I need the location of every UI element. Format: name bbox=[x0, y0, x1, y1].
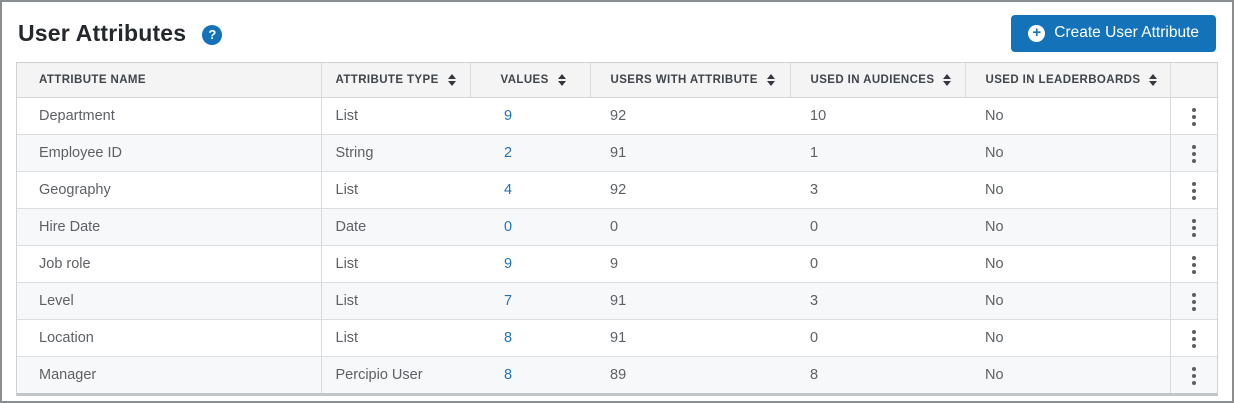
column-header-attribute-type[interactable]: ATTRIBUTE TYPE bbox=[321, 63, 470, 97]
plus-circle-icon: + bbox=[1028, 25, 1045, 42]
attribute-type-cell: List bbox=[321, 282, 470, 319]
used-in-leaderboards-cell: No bbox=[965, 97, 1170, 134]
column-header-attribute-name: ATTRIBUTE NAME bbox=[17, 63, 321, 97]
kebab-menu-icon[interactable] bbox=[1182, 324, 1206, 354]
page-header: User Attributes ? + Create User Attribut… bbox=[18, 14, 1216, 52]
values-link[interactable]: 8 bbox=[504, 367, 512, 383]
values-link[interactable]: 8 bbox=[504, 330, 512, 346]
attribute-name-cell: Job role bbox=[17, 245, 321, 282]
user-attributes-table: ATTRIBUTE NAME ATTRIBUTE TYPE VALUES USE… bbox=[16, 62, 1218, 396]
users-with-attribute-cell: 9 bbox=[590, 245, 790, 282]
help-icon[interactable]: ? bbox=[202, 25, 222, 45]
used-in-audiences-cell: 3 bbox=[790, 171, 965, 208]
sort-icon bbox=[943, 74, 951, 86]
attribute-type-cell: Percipio User bbox=[321, 356, 470, 393]
attribute-type-cell: List bbox=[321, 245, 470, 282]
kebab-menu-icon[interactable] bbox=[1182, 250, 1206, 280]
used-in-leaderboards-cell: No bbox=[965, 245, 1170, 282]
values-link[interactable]: 7 bbox=[504, 293, 512, 309]
table-row: Manager Percipio User 8 89 8 No bbox=[17, 356, 1217, 393]
sort-icon bbox=[558, 74, 566, 86]
attribute-name-cell: Geography bbox=[17, 171, 321, 208]
users-with-attribute-cell: 89 bbox=[590, 356, 790, 393]
table-row: Hire Date Date 0 0 0 No bbox=[17, 208, 1217, 245]
table-row: Employee ID String 2 91 1 No bbox=[17, 134, 1217, 171]
column-header-used-in-leaderboards[interactable]: USED IN LEADERBOARDS bbox=[965, 63, 1170, 97]
used-in-audiences-cell: 8 bbox=[790, 356, 965, 393]
used-in-audiences-cell: 0 bbox=[790, 208, 965, 245]
users-with-attribute-cell: 91 bbox=[590, 282, 790, 319]
kebab-menu-icon[interactable] bbox=[1182, 102, 1206, 132]
kebab-menu-icon[interactable] bbox=[1182, 176, 1206, 206]
users-with-attribute-cell: 92 bbox=[590, 171, 790, 208]
users-with-attribute-cell: 91 bbox=[590, 134, 790, 171]
attribute-type-cell: List bbox=[321, 171, 470, 208]
column-header-users-with-attribute[interactable]: USERS WITH ATTRIBUTE bbox=[590, 63, 790, 97]
used-in-audiences-cell: 3 bbox=[790, 282, 965, 319]
used-in-leaderboards-cell: No bbox=[965, 319, 1170, 356]
column-header-actions bbox=[1170, 63, 1217, 97]
users-with-attribute-cell: 92 bbox=[590, 97, 790, 134]
attribute-type-cell: List bbox=[321, 97, 470, 134]
title-group: User Attributes ? bbox=[18, 20, 222, 47]
create-user-attribute-button[interactable]: + Create User Attribute bbox=[1011, 15, 1216, 52]
sort-icon bbox=[767, 74, 775, 86]
used-in-leaderboards-cell: No bbox=[965, 282, 1170, 319]
attribute-name-cell: Level bbox=[17, 282, 321, 319]
values-link[interactable]: 9 bbox=[504, 256, 512, 272]
used-in-audiences-cell: 0 bbox=[790, 319, 965, 356]
table-row: Department List 9 92 10 No bbox=[17, 97, 1217, 134]
used-in-audiences-cell: 10 bbox=[790, 97, 965, 134]
attribute-name-cell: Manager bbox=[17, 356, 321, 393]
kebab-menu-icon[interactable] bbox=[1182, 213, 1206, 243]
attribute-name-cell: Hire Date bbox=[17, 208, 321, 245]
table-row: Level List 7 91 3 No bbox=[17, 282, 1217, 319]
values-link[interactable]: 4 bbox=[504, 182, 512, 198]
values-link[interactable]: 9 bbox=[504, 108, 512, 124]
attribute-name-cell: Location bbox=[17, 319, 321, 356]
attribute-name-cell: Employee ID bbox=[17, 134, 321, 171]
used-in-leaderboards-cell: No bbox=[965, 171, 1170, 208]
used-in-audiences-cell: 0 bbox=[790, 245, 965, 282]
page-title: User Attributes bbox=[18, 20, 186, 47]
values-link[interactable]: 0 bbox=[504, 219, 512, 235]
attribute-name-cell: Department bbox=[17, 97, 321, 134]
values-link[interactable]: 2 bbox=[504, 145, 512, 161]
user-attributes-page: User Attributes ? + Create User Attribut… bbox=[2, 2, 1232, 396]
kebab-menu-icon[interactable] bbox=[1182, 139, 1206, 169]
kebab-menu-icon[interactable] bbox=[1182, 361, 1206, 391]
table-row: Geography List 4 92 3 No bbox=[17, 171, 1217, 208]
attribute-type-cell: List bbox=[321, 319, 470, 356]
users-with-attribute-cell: 0 bbox=[590, 208, 790, 245]
sort-icon bbox=[448, 74, 456, 86]
used-in-leaderboards-cell: No bbox=[965, 208, 1170, 245]
table-row: Location List 8 91 0 No bbox=[17, 319, 1217, 356]
sort-icon bbox=[1149, 74, 1157, 86]
used-in-audiences-cell: 1 bbox=[790, 134, 965, 171]
table-body: Department List 9 92 10 No Employee ID S… bbox=[17, 97, 1217, 393]
kebab-menu-icon[interactable] bbox=[1182, 287, 1206, 317]
used-in-leaderboards-cell: No bbox=[965, 134, 1170, 171]
used-in-leaderboards-cell: No bbox=[965, 356, 1170, 393]
column-header-values[interactable]: VALUES bbox=[470, 63, 590, 97]
create-button-label: Create User Attribute bbox=[1054, 24, 1199, 42]
users-with-attribute-cell: 91 bbox=[590, 319, 790, 356]
column-header-used-in-audiences[interactable]: USED IN AUDIENCES bbox=[790, 63, 965, 97]
table-row: Job role List 9 9 0 No bbox=[17, 245, 1217, 282]
attribute-type-cell: Date bbox=[321, 208, 470, 245]
attribute-type-cell: String bbox=[321, 134, 470, 171]
table-header: ATTRIBUTE NAME ATTRIBUTE TYPE VALUES USE… bbox=[17, 63, 1217, 97]
